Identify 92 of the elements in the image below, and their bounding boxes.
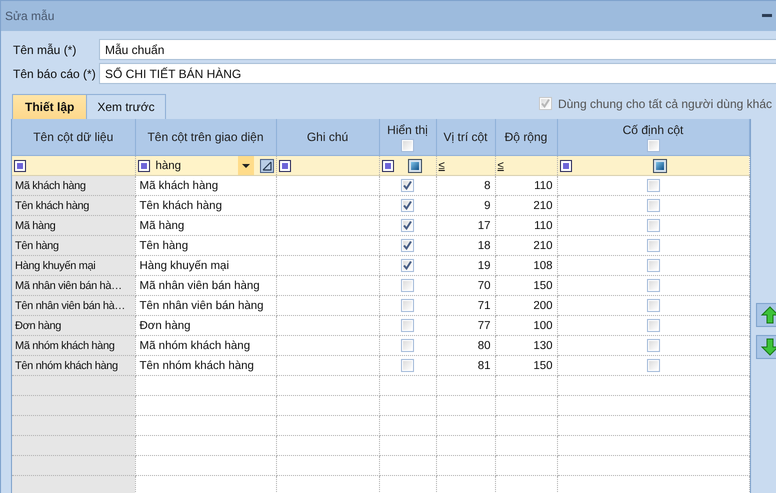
table-cell: Tên nhóm khách hàng: [140, 360, 254, 372]
table-cell: 150: [533, 280, 552, 292]
table-cell: Mã nhóm khách hàng: [15, 340, 114, 352]
table-cell: 110: [534, 220, 552, 232]
minimize-icon[interactable]: [762, 14, 772, 18]
checkbox[interactable]: [646, 279, 660, 292]
checkbox[interactable]: [646, 179, 660, 192]
checkbox[interactable]: [401, 259, 414, 272]
filter-operator-icon[interactable]: [560, 160, 572, 172]
checkbox[interactable]: [401, 299, 414, 312]
column-header[interactable]: Tên cột dữ liệu: [12, 119, 135, 156]
filter-value-icon[interactable]: [408, 158, 422, 172]
checkbox[interactable]: [401, 138, 414, 152]
tab[interactable]: Thiết lập: [12, 94, 88, 119]
column-header[interactable]: Độ rộng: [495, 119, 557, 156]
column-header[interactable]: Ghi chú: [276, 119, 379, 156]
checkbox[interactable]: [646, 299, 660, 312]
table-cell: 200: [533, 300, 552, 312]
table-cell: 19: [478, 260, 490, 272]
text-field[interactable]: Mẫu chuẩn: [99, 39, 776, 60]
table-cell: Mã nhóm khách hàng: [140, 340, 250, 352]
table-cell: Mã nhân viên bán hà…: [15, 280, 122, 292]
table-cell: Mã khách hàng: [140, 180, 218, 192]
table-cell: 108: [533, 260, 552, 272]
column-header[interactable]: Tên cột trên giao diện: [135, 119, 276, 156]
move-up-button[interactable]: [756, 303, 776, 327]
table-cell: Đơn hàng: [140, 320, 191, 332]
table-cell: Mã hàng: [15, 220, 56, 232]
table-cell: 210: [533, 240, 552, 252]
checkbox[interactable]: [401, 219, 414, 232]
table-cell: Hàng khuyến mại: [15, 260, 96, 272]
table-cell: 210: [533, 200, 552, 212]
table-cell: 100: [533, 320, 552, 332]
table-cell: 70: [478, 280, 490, 292]
checkbox[interactable]: [646, 359, 660, 372]
clear-filter-icon[interactable]: [260, 158, 274, 172]
table-cell: Tên hàng: [140, 240, 188, 252]
arrow-up-icon: [758, 304, 776, 326]
move-down-button[interactable]: [756, 335, 776, 359]
filter-operator[interactable]: ≤: [438, 160, 445, 172]
table-cell: Tên nhân viên bán hàng: [140, 300, 264, 312]
text-field[interactable]: SỔ CHI TIẾT BÁN HÀNG: [99, 63, 776, 84]
table-cell: 17: [478, 220, 490, 232]
arrow-down-icon: [758, 336, 776, 358]
column-header[interactable]: Vị trí cột: [436, 119, 495, 156]
checkbox[interactable]: [646, 339, 660, 352]
filter-operator-icon[interactable]: [382, 160, 394, 172]
table-cell: Tên khách hàng: [140, 200, 222, 212]
checkbox[interactable]: [401, 359, 414, 372]
filter-operator-icon[interactable]: [278, 160, 290, 172]
table-cell: Tên nhân viên bán hà…: [15, 300, 126, 312]
checkbox-label: Dùng chung cho tất cả người dùng khác: [558, 96, 772, 110]
table-cell: Mã nhân viên bán hàng: [140, 280, 260, 292]
table-cell: 18: [478, 240, 490, 252]
filter-value-icon[interactable]: [653, 158, 667, 172]
table-cell: Mã khách hàng: [15, 180, 86, 192]
window-title: Sửa mẫu: [5, 9, 54, 23]
field-label: Tên mẫu (*): [13, 42, 78, 56]
table-cell: Mã hàng: [140, 220, 184, 232]
checkbox[interactable]: [401, 279, 414, 292]
checkbox[interactable]: [646, 259, 660, 272]
checkbox[interactable]: [646, 199, 660, 212]
table-cell: 9: [484, 200, 490, 212]
field-label: Tên báo cáo (*): [13, 66, 97, 80]
table-cell: 71: [478, 300, 490, 312]
filter-operator-icon[interactable]: [138, 160, 150, 172]
checkbox[interactable]: [646, 219, 660, 232]
filter-operator-icon[interactable]: [14, 160, 26, 172]
tab[interactable]: Xem trước: [86, 94, 166, 119]
table-cell: Tên khách hàng: [15, 200, 89, 212]
checkbox[interactable]: [401, 319, 414, 332]
table-cell: 77: [478, 320, 490, 332]
table-cell: 150: [533, 360, 552, 372]
checkbox[interactable]: [401, 179, 414, 192]
table-cell: Tên nhóm khách hàng: [15, 360, 118, 372]
checkbox[interactable]: [646, 319, 660, 332]
checkbox[interactable]: [401, 199, 414, 212]
table-cell: 80: [478, 340, 490, 352]
table-cell: 110: [534, 180, 552, 192]
table-cell: Đơn hàng: [15, 320, 62, 332]
checkbox[interactable]: [401, 239, 414, 252]
table-cell: 8: [484, 180, 490, 192]
checkbox[interactable]: [646, 138, 660, 152]
column-header[interactable]: Cố định cột: [622, 122, 684, 136]
filter-operator[interactable]: ≤: [498, 160, 504, 172]
table-cell: Hàng khuyến mại: [140, 260, 229, 272]
table-cell: 81: [478, 360, 490, 372]
table-cell: 130: [533, 340, 552, 352]
checkbox[interactable]: [646, 239, 660, 252]
caret-icon[interactable]: [242, 164, 250, 168]
table-cell: Tên hàng: [15, 240, 59, 252]
checkbox[interactable]: [401, 339, 414, 352]
